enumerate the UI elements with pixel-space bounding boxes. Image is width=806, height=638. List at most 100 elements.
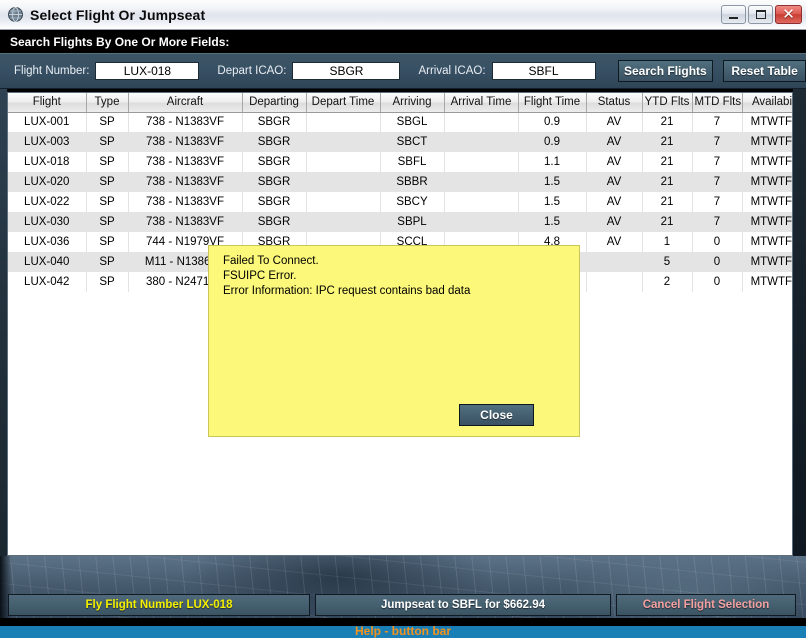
table-cell: LUX-003 bbox=[8, 132, 87, 152]
table-cell: SP bbox=[86, 132, 129, 152]
column-header-ytd-flts[interactable]: YTD Flts bbox=[642, 93, 693, 113]
table-cell: 738 - N1383VF bbox=[128, 132, 243, 152]
table-cell: 21 bbox=[642, 152, 693, 172]
table-cell: LUX-042 bbox=[8, 272, 87, 292]
table-cell bbox=[306, 112, 381, 132]
table-cell: MTWTFSS bbox=[742, 132, 792, 152]
table-cell: 5 bbox=[642, 252, 693, 272]
table-cell: 21 bbox=[642, 112, 693, 132]
table-cell bbox=[306, 172, 381, 192]
left-edge-strip bbox=[0, 89, 7, 556]
table-cell bbox=[444, 132, 519, 152]
column-header-mtd-flts[interactable]: MTD Flts bbox=[692, 93, 743, 113]
right-edge-strip bbox=[793, 89, 806, 556]
table-cell: MTWTFSS bbox=[742, 152, 792, 172]
table-cell bbox=[444, 112, 519, 132]
table-cell: MTWTFSS bbox=[742, 232, 792, 252]
table-cell bbox=[444, 172, 519, 192]
table-cell bbox=[444, 152, 519, 172]
close-window-button[interactable]: ✕ bbox=[775, 5, 802, 24]
table-cell: LUX-022 bbox=[8, 192, 87, 212]
column-header-aircraft[interactable]: Aircraft bbox=[128, 93, 243, 113]
table-cell: AV bbox=[586, 212, 643, 232]
flight-number-label: Flight Number: bbox=[14, 65, 90, 77]
table-cell bbox=[306, 192, 381, 212]
table-cell: 0 bbox=[692, 272, 743, 292]
column-header-availability[interactable]: Availability bbox=[742, 93, 792, 113]
table-row[interactable]: LUX-001 SP 738 - N1383VF SBGR SBGL 0.9 AV 21 7 MT… bbox=[8, 112, 792, 132]
search-flights-button[interactable]: Search Flights bbox=[617, 60, 714, 82]
table-row[interactable]: LUX-030 SP 738 - N1383VF SBGR SBPL 1.5 AV 21 7 MT… bbox=[8, 212, 792, 232]
window-controls: ✕ bbox=[721, 5, 806, 24]
table-cell: SP bbox=[86, 152, 129, 172]
table-cell: SP bbox=[86, 232, 129, 252]
table-cell: SBGR bbox=[242, 112, 307, 132]
table-cell: 21 bbox=[642, 212, 693, 232]
bottom-status-text: Help - button bar bbox=[355, 626, 451, 638]
column-header-flight-time[interactable]: Flight Time bbox=[518, 93, 587, 113]
table-cell: LUX-001 bbox=[8, 112, 87, 132]
table-cell: SP bbox=[86, 252, 129, 272]
table-row[interactable]: LUX-020 SP 738 - N1383VF SBGR SBBR 1.5 AV 21 7 MT… bbox=[8, 172, 792, 192]
depart-icao-input[interactable] bbox=[292, 62, 401, 80]
table-cell: LUX-030 bbox=[8, 212, 87, 232]
table-cell: 7 bbox=[692, 112, 743, 132]
table-cell: 738 - N1383VF bbox=[128, 152, 243, 172]
table-cell: SP bbox=[86, 192, 129, 212]
table-cell: 7 bbox=[692, 212, 743, 232]
table-cell: 21 bbox=[642, 192, 693, 212]
table-cell: SBPL bbox=[380, 212, 445, 232]
column-header-type[interactable]: Type bbox=[86, 93, 129, 113]
minimize-button[interactable] bbox=[721, 5, 746, 24]
table-cell: SP bbox=[86, 272, 129, 292]
cancel-flight-selection-button[interactable]: Cancel Flight Selection bbox=[616, 594, 796, 616]
column-header-flight[interactable]: Flight bbox=[8, 93, 87, 113]
table-cell: 1.5 bbox=[518, 212, 587, 232]
arrival-icao-label: Arrival ICAO: bbox=[418, 65, 486, 77]
flight-number-input[interactable] bbox=[95, 62, 200, 80]
table-cell: SP bbox=[86, 172, 129, 192]
table-cell: AV bbox=[586, 152, 643, 172]
table-cell: 738 - N1383VF bbox=[128, 212, 243, 232]
table-cell: MTWTFSS bbox=[742, 172, 792, 192]
column-header-depart-time[interactable]: Depart Time bbox=[306, 93, 381, 113]
table-cell: SBGL bbox=[380, 112, 445, 132]
reset-table-button[interactable]: Reset Table bbox=[723, 60, 806, 82]
table-cell: SBFL bbox=[380, 152, 445, 172]
table-row[interactable]: LUX-022 SP 738 - N1383VF SBGR SBCY 1.5 AV 21 7 MT… bbox=[8, 192, 792, 212]
select-flight-window: Select Flight Or Jumpseat ✕ Search Fligh… bbox=[0, 0, 806, 638]
fly-flight-button[interactable]: Fly Flight Number LUX-018 bbox=[8, 594, 310, 616]
error-message-text: Failed To Connect. FSUIPC Error. Error I… bbox=[223, 254, 470, 299]
table-row[interactable]: LUX-003 SP 738 - N1383VF SBGR SBCT 0.9 AV 21 7 MT… bbox=[8, 132, 792, 152]
error-close-button[interactable]: Close bbox=[459, 404, 534, 426]
column-header-status[interactable]: Status bbox=[586, 93, 643, 113]
table-cell: SBGR bbox=[242, 132, 307, 152]
fsuipc-error-dialog: Failed To Connect. FSUIPC Error. Error I… bbox=[208, 245, 580, 437]
maximize-button[interactable] bbox=[748, 5, 773, 24]
table-cell bbox=[444, 212, 519, 232]
table-cell: AV bbox=[586, 172, 643, 192]
table-cell: 0.9 bbox=[518, 132, 587, 152]
table-row[interactable]: LUX-018 SP 738 - N1383VF SBGR SBFL 1.1 AV 21 7 MT… bbox=[8, 152, 792, 172]
table-cell: AV bbox=[586, 112, 643, 132]
jumpseat-button[interactable]: Jumpseat to SBFL for $662.94 bbox=[315, 594, 611, 616]
table-cell: 738 - N1383VF bbox=[128, 192, 243, 212]
table-cell bbox=[444, 192, 519, 212]
arrival-icao-input[interactable] bbox=[491, 62, 596, 80]
table-cell: SBGR bbox=[242, 192, 307, 212]
column-header-arrival-time[interactable]: Arrival Time bbox=[444, 93, 519, 113]
table-cell: AV bbox=[586, 192, 643, 212]
table-cell: AV bbox=[586, 232, 643, 252]
column-header-departing[interactable]: Departing bbox=[242, 93, 307, 113]
table-cell: 21 bbox=[642, 132, 693, 152]
table-cell: MTWTFSS bbox=[742, 272, 792, 292]
table-cell bbox=[306, 132, 381, 152]
table-cell: MTWTFSS bbox=[742, 192, 792, 212]
error-line-1: Failed To Connect. bbox=[223, 255, 319, 267]
table-cell: 738 - N1383VF bbox=[128, 112, 243, 132]
table-cell: 1.1 bbox=[518, 152, 587, 172]
error-line-3: Error Information: IPC request contains … bbox=[223, 285, 471, 297]
table-cell: SBGR bbox=[242, 152, 307, 172]
table-cell: SBCY bbox=[380, 192, 445, 212]
column-header-arriving[interactable]: Arriving bbox=[380, 93, 445, 113]
